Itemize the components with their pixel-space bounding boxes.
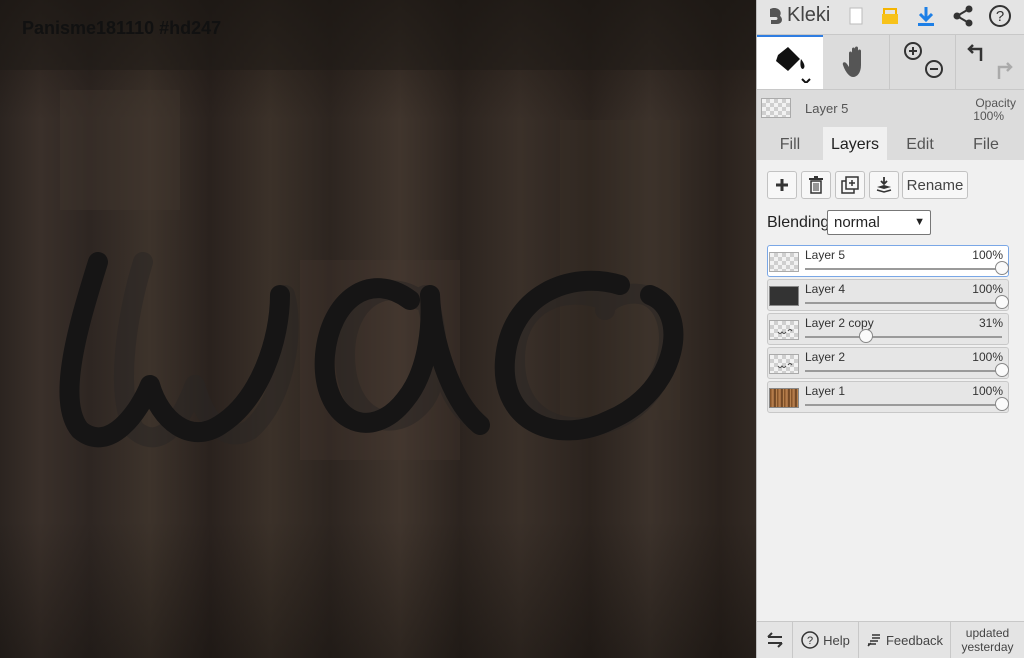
- duplicate-layer-button[interactable]: [835, 171, 865, 199]
- layer-name: Layer 2 copy: [805, 316, 874, 330]
- bottom-bar: ? Help Feedback updated yesterday: [757, 621, 1024, 658]
- undo-redo-controls: [955, 35, 1024, 89]
- duplicate-icon: [841, 176, 859, 194]
- panel-tabs: Fill Layers Edit File: [757, 126, 1024, 162]
- feedback-label: Feedback: [885, 632, 944, 648]
- rename-layer-button[interactable]: Rename: [902, 171, 968, 199]
- layer-name: Layer 4: [805, 282, 846, 296]
- layer-name: Layer 2: [805, 350, 846, 364]
- help-label: Help: [823, 632, 850, 648]
- kleki-logo[interactable]: Kleki: [767, 4, 830, 27]
- layer-row[interactable]: Layer 4 100%: [767, 279, 1009, 311]
- layer-row[interactable]: Layer 5 100%: [767, 245, 1009, 277]
- feedback-button[interactable]: Feedback: [859, 622, 951, 658]
- layers-panel: Rename Blending normal ▼ Layer 5 100% Laye…: [757, 160, 1024, 622]
- open-file-icon[interactable]: [877, 2, 903, 30]
- layer-opacity-slider-handle[interactable]: [995, 261, 1009, 275]
- feedback-icon: [867, 634, 880, 647]
- layer-opacity-slider[interactable]: [805, 268, 1002, 270]
- layer-opacity-slider-handle[interactable]: [995, 295, 1009, 309]
- layer-thumbnail: [769, 252, 799, 272]
- layer-name: Layer 5: [805, 248, 846, 262]
- layer-opacity-slider-handle[interactable]: [995, 363, 1009, 377]
- blending-mode-select[interactable]: normal ▼: [827, 210, 931, 235]
- layer-thumbnail: [769, 354, 799, 374]
- tab-file[interactable]: File: [953, 127, 1019, 162]
- help-button[interactable]: ? Help: [793, 622, 859, 658]
- download-icon[interactable]: [913, 2, 939, 30]
- zoom-controls: [889, 35, 956, 89]
- new-image-icon[interactable]: [843, 2, 869, 30]
- layer-opacity-slider-handle[interactable]: [995, 397, 1009, 411]
- tab-fill[interactable]: Fill: [757, 127, 823, 162]
- zoom-in-icon[interactable]: [904, 42, 922, 60]
- layer-opacity-slider[interactable]: [805, 302, 1002, 304]
- side-panel: Kleki ? Layer 5 Opacity 100% Fill Layers…: [756, 0, 1024, 658]
- layer-opacity: 100%: [972, 248, 1003, 262]
- top-toolbar: Kleki ?: [757, 0, 1024, 35]
- canvas-drawing: [59, 252, 684, 448]
- layer-thumbnail: [769, 388, 799, 408]
- updated-line-2: yesterday: [961, 640, 1014, 654]
- layer-opacity-slider[interactable]: [805, 404, 1002, 406]
- paint-bucket-tool[interactable]: [757, 35, 823, 89]
- drawing-canvas[interactable]: Panisme181110 #hd247: [0, 0, 756, 658]
- hand-icon: [842, 46, 861, 77]
- zoom-out-icon[interactable]: [925, 60, 943, 78]
- help-icon: ?: [801, 631, 819, 649]
- layer-opacity: 100%: [972, 350, 1003, 364]
- trash-icon: [809, 176, 823, 194]
- merge-down-icon: [876, 177, 892, 193]
- share-icon[interactable]: [950, 2, 976, 30]
- opacity-label: Opacity: [975, 96, 1016, 110]
- chevron-down-icon: ▼: [914, 216, 925, 228]
- svg-text:?: ?: [807, 635, 813, 647]
- updated-line-1: updated: [965, 626, 1010, 640]
- layer-name: Layer 1: [805, 384, 846, 398]
- swap-sides-button[interactable]: [757, 622, 793, 658]
- layer-opacity-slider[interactable]: [805, 336, 1002, 338]
- tab-layers[interactable]: Layers: [823, 127, 887, 162]
- layer-row[interactable]: Layer 1 100%: [767, 381, 1009, 413]
- swap-arrows-icon: [766, 632, 783, 648]
- layer-row[interactable]: Layer 2 100%: [767, 347, 1009, 379]
- layer-thumbnail: [769, 286, 799, 306]
- current-layer-thumbnail: [761, 98, 791, 118]
- merge-down-button[interactable]: [869, 171, 899, 199]
- blending-label: Blending: [767, 214, 830, 231]
- layer-opacity: 100%: [972, 384, 1003, 398]
- layer-thumbnail: [769, 320, 799, 340]
- layer-opacity: 31%: [978, 316, 1003, 330]
- layer-opacity-slider[interactable]: [805, 370, 1002, 372]
- help-circle-icon[interactable]: ?: [987, 2, 1013, 30]
- undo-icon[interactable]: [967, 44, 983, 61]
- add-layer-button[interactable]: [767, 171, 797, 199]
- svg-text:?: ?: [996, 8, 1004, 25]
- delete-layer-button[interactable]: [801, 171, 831, 199]
- plus-icon: [776, 179, 788, 191]
- hand-tool[interactable]: [823, 35, 889, 89]
- layer-opacity-slider-handle[interactable]: [859, 329, 874, 343]
- current-layer-info: Layer 5 Opacity 100%: [757, 90, 1024, 126]
- kleki-logo-icon: [770, 7, 782, 24]
- tab-edit[interactable]: Edit: [887, 127, 953, 162]
- layer-opacity: 100%: [972, 282, 1003, 296]
- current-layer-name: Layer 5: [805, 101, 849, 116]
- blending-mode-value: normal: [834, 214, 880, 231]
- app-name: Kleki: [787, 4, 831, 26]
- tool-row: [757, 35, 1024, 90]
- redo-icon[interactable]: [997, 62, 1013, 79]
- opacity-value[interactable]: 100%: [973, 109, 1004, 123]
- updated-notice[interactable]: updated yesterday: [951, 622, 1024, 658]
- paint-bucket-icon: [776, 47, 811, 83]
- layer-row[interactable]: Layer 2 copy 31%: [767, 313, 1009, 345]
